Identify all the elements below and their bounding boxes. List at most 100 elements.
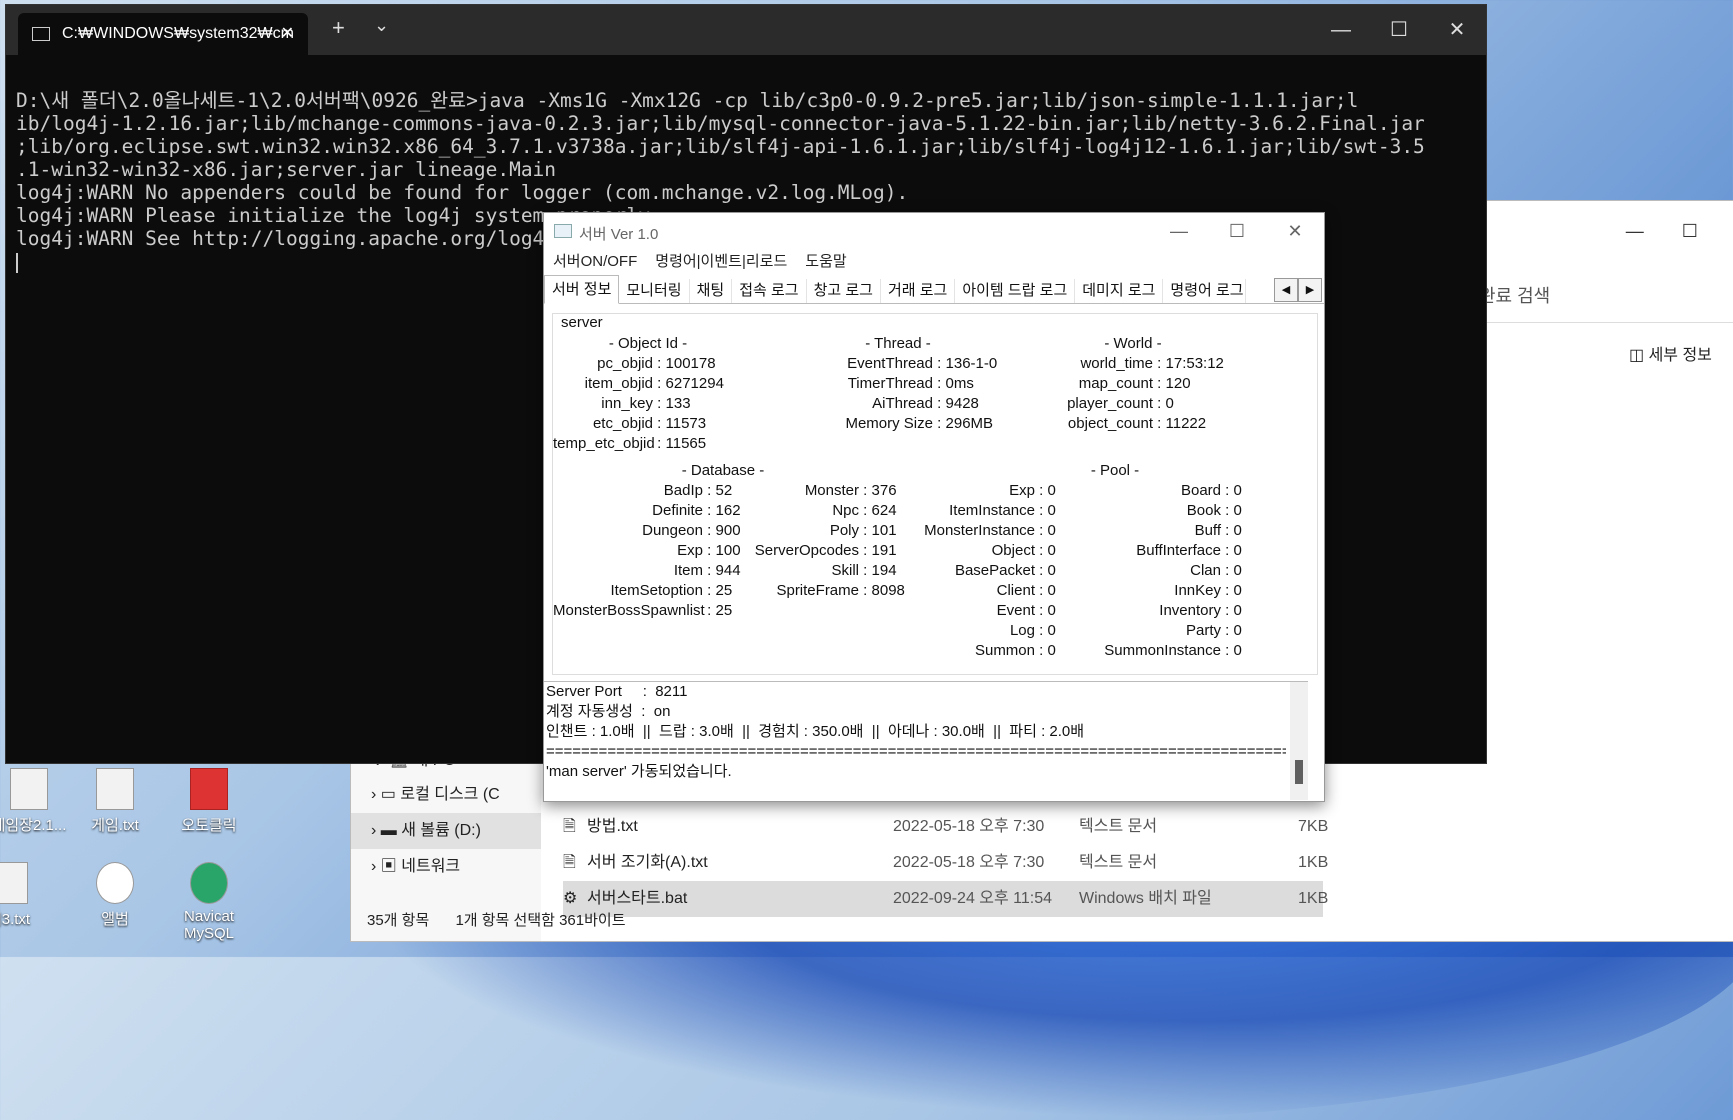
kv-separator: : <box>1153 395 1166 412</box>
tab-chat[interactable]: 채팅 <box>690 279 733 303</box>
close-icon[interactable]: ✕ <box>1428 5 1486 55</box>
explorer-file-list: 🗎 방법.txt 2022-05-18 오후 7:30 텍스트 문서 7KB 🗎… <box>563 809 1663 917</box>
kv-separator: : <box>1153 355 1166 372</box>
tab-damage-log[interactable]: 데미지 로그 <box>1075 279 1164 303</box>
kv-value: 17:53:12 <box>1165 355 1224 372</box>
desktop-icon-autoclick[interactable]: 오토클릭 <box>170 768 248 835</box>
kv-value: 944 <box>715 562 741 579</box>
nav-item-network[interactable]: › ▣ 네트워크 <box>351 849 541 885</box>
desktop-icon-game2[interactable]: 게임장2.1... <box>0 768 68 835</box>
kv-row: Clan : 0 <box>1101 561 1242 581</box>
kv-value: 162 <box>715 502 741 519</box>
file-row[interactable]: 🗎 서버 조기화(A).txt 2022-05-18 오후 7:30 텍스트 문… <box>563 845 1663 881</box>
kv-value: 133 <box>665 395 691 412</box>
kv-value: 624 <box>871 502 897 519</box>
desktop-icon-album[interactable]: 앨범 <box>76 862 154 929</box>
group-header: - Object Id - <box>608 335 688 352</box>
kv-row: Board : 0 <box>1101 481 1242 501</box>
kv-row: BasePacket : 0 <box>915 561 1056 581</box>
file-name: 서버 조기화(A).txt <box>587 854 708 871</box>
kv-key: Log <box>1009 622 1035 639</box>
file-row[interactable]: ⚙ 서버스타트.bat 2022-09-24 오후 11:54 Windows … <box>563 881 1328 917</box>
close-icon[interactable]: ✕ <box>1266 213 1324 249</box>
terminal-line: D:\새 폴더\2.0올나세트-1\2.0서버팩\0926_완료>java -X… <box>16 89 1359 112</box>
kv-row: inn_key : 133 <box>553 394 743 414</box>
kv-value: 0 <box>1047 602 1056 619</box>
server-tab-strip: 서버 정보 모니터링 채팅 접속 로그 창고 로그 거래 로그 아이템 드랍 로… <box>544 275 1324 304</box>
tab-monitoring[interactable]: 모니터링 <box>619 279 690 303</box>
kv-key: Event <box>996 602 1035 619</box>
scrollbar-thumb[interactable] <box>1295 760 1303 784</box>
close-tab-icon[interactable]: ✕ <box>281 13 294 55</box>
desktop-icon-navicat[interactable]: Navicat MySQL <box>170 862 248 942</box>
minimize-icon[interactable]: — <box>1626 221 1644 242</box>
pool-group: - Pool - Exp : 0 ItemInstance : 0 MonsterI… <box>915 461 1315 659</box>
tab-trade-log[interactable]: 거래 로그 <box>881 279 956 303</box>
menu-server-onoff[interactable]: 서버ON/OFF <box>553 249 637 275</box>
kv-row: ServerOpcodes : 191 <box>739 541 905 561</box>
log-line: 인챈트 : 1.0배 || 드랍 : 3.0배 || 경험치 : 350.0배 … <box>546 723 1085 740</box>
log-scrollbar[interactable] <box>1290 682 1308 800</box>
terminal-tab[interactable]: C:₩WINDOWS₩system32₩cm ✕ <box>18 13 308 55</box>
chevron-down-icon[interactable]: ⌄ <box>374 15 389 36</box>
navicat-icon <box>190 862 228 904</box>
maximize-icon[interactable]: ☐ <box>1370 5 1428 55</box>
nav-item-local-disk-c[interactable]: › ▭ 로컬 디스크 (C <box>351 777 541 813</box>
kv-key: ItemInstance <box>949 502 1035 519</box>
kv-separator: : <box>653 395 666 412</box>
nav-item-new-volume-d[interactable]: › ▬ 새 볼륨 (D:) <box>351 813 541 849</box>
kv-value: 0 <box>1233 502 1242 519</box>
kv-separator: : <box>933 375 946 392</box>
tab-server-info[interactable]: 서버 정보 <box>544 275 620 304</box>
file-row[interactable]: 🗎 방법.txt 2022-05-18 오후 7:30 텍스트 문서 7KB <box>563 809 1663 845</box>
terminal-line: log4j:WARN No appenders could be found f… <box>16 181 909 204</box>
scroll-left-icon[interactable]: ◀ <box>1274 278 1298 302</box>
kv-row: Dungeon : 900 <box>553 521 740 541</box>
kv-row: SummonInstance : 0 <box>1101 641 1242 661</box>
kv-key: Object <box>991 542 1035 559</box>
new-tab-icon[interactable]: + <box>332 15 345 41</box>
kv-separator: : <box>1035 562 1048 579</box>
tab-warehouse-log[interactable]: 창고 로그 <box>807 279 881 303</box>
kv-separator: : <box>859 482 872 499</box>
scroll-right-icon[interactable]: ▶ <box>1298 278 1322 302</box>
kv-key: Poly <box>829 522 859 539</box>
maximize-icon[interactable]: ☐ <box>1682 221 1698 242</box>
kv-value: 11573 <box>665 415 707 432</box>
file-size: 7KB <box>1298 818 1329 835</box>
database-col-2: Monster : 376 Npc : 624 Poly : 101 ServerOp… <box>739 481 905 601</box>
object-id-list: pc_objid : 100178 item_objid : 6271294 inn… <box>553 354 743 454</box>
tab-item-drop-log[interactable]: 아이템 드랍 로그 <box>955 279 1076 303</box>
network-icon: ▣ <box>380 858 397 875</box>
tab-connection-log[interactable]: 접속 로그 <box>732 279 807 303</box>
kv-value: 194 <box>871 562 897 579</box>
details-pane-button[interactable]: ◫ 세부 정보 <box>1629 341 1712 365</box>
kv-row: MonsterBossSpawnlist : 25 <box>553 601 741 621</box>
minimize-icon[interactable]: — <box>1150 213 1208 249</box>
desktop-icon-pae3[interactable]: 패3.txt <box>0 862 48 929</box>
kv-separator: : <box>1035 582 1048 599</box>
kv-value: 0 <box>1165 395 1174 412</box>
file-icon <box>10 768 48 810</box>
menu-commands-events[interactable]: 명령어|이벤트|리로드 <box>655 249 787 275</box>
kv-value: 8098 <box>871 582 905 599</box>
minimize-icon[interactable]: — <box>1312 5 1370 55</box>
kv-key: etc_objid <box>592 415 653 432</box>
desktop-icon-game-txt[interactable]: 게임.txt <box>76 768 154 835</box>
kv-separator: : <box>703 602 716 619</box>
menu-help[interactable]: 도움말 <box>805 249 846 275</box>
explorer-search-box[interactable]: 완료 검색 ⌕ <box>1475 266 1733 323</box>
kv-row: world_time : 17:53:12 <box>1033 354 1233 374</box>
maximize-icon[interactable]: ☐ <box>1208 213 1266 249</box>
kv-value: 9428 <box>945 395 979 412</box>
kv-key: temp_etc_objid <box>553 435 655 452</box>
tab-command-log[interactable]: 명령어 로그 <box>1163 279 1247 303</box>
desktop-icon-label: 오토클릭 <box>181 817 237 834</box>
group-header: - Thread - <box>865 335 931 352</box>
world-list: world_time : 17:53:12 map_count : 120 play… <box>1033 354 1233 434</box>
kv-row: ItemInstance : 0 <box>915 501 1056 521</box>
kv-row: player_count : 0 <box>1033 394 1233 414</box>
database-col-1: BadIp : 52 Definite : 162 Dungeon : 900 Exp… <box>553 481 741 621</box>
server-log-area[interactable]: Server Port : 8211 계정 자동생성 : on 인챈트 : 1.… <box>544 681 1308 800</box>
status-selection: 1개 항목 선택함 361바이트 <box>455 912 626 929</box>
